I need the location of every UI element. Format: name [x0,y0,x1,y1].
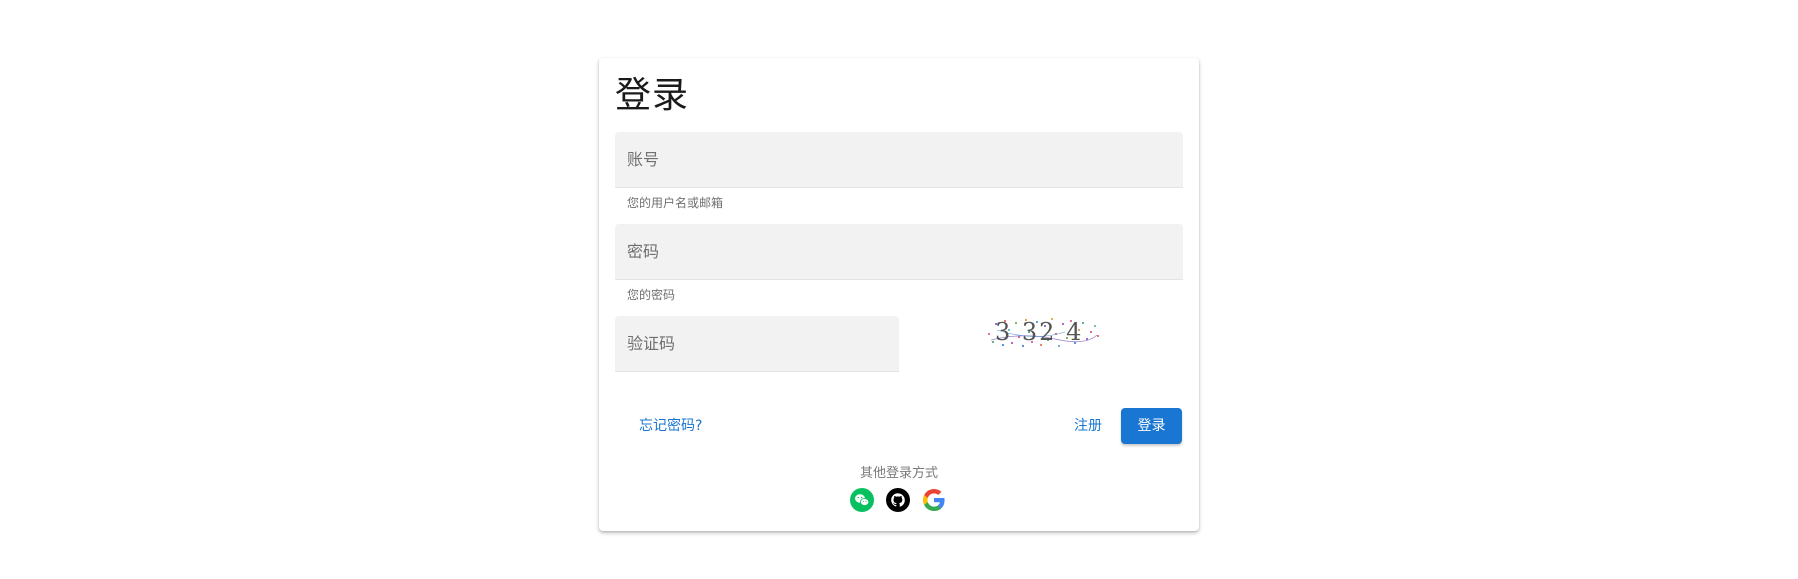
login-card: 登录 您的用户名或邮箱 您的密码 [599,58,1199,531]
page-title: 登录 [615,75,690,116]
captcha-field[interactable] [615,316,899,372]
forgot-password-button[interactable]: 忘记密码? [627,408,714,444]
github-icon[interactable] [886,488,910,512]
password-hint: 您的密码 [627,288,676,302]
captcha-input[interactable] [615,316,899,371]
password-input[interactable] [615,224,1183,279]
other-login-methods-label: 其他登录方式 [859,466,938,481]
account-input[interactable] [615,132,1183,187]
account-hint: 您的用户名或邮箱 [627,196,724,210]
register-button[interactable]: 注册 [1062,408,1114,444]
wechat-icon[interactable] [850,488,874,512]
captcha-image[interactable]: 3 32 4 [985,312,1103,350]
google-icon[interactable] [922,488,946,512]
account-field[interactable] [615,132,1183,188]
login-button[interactable]: 登录 [1121,408,1182,444]
password-field[interactable] [615,224,1183,280]
captcha-text: 3 32 4 [995,318,1083,346]
